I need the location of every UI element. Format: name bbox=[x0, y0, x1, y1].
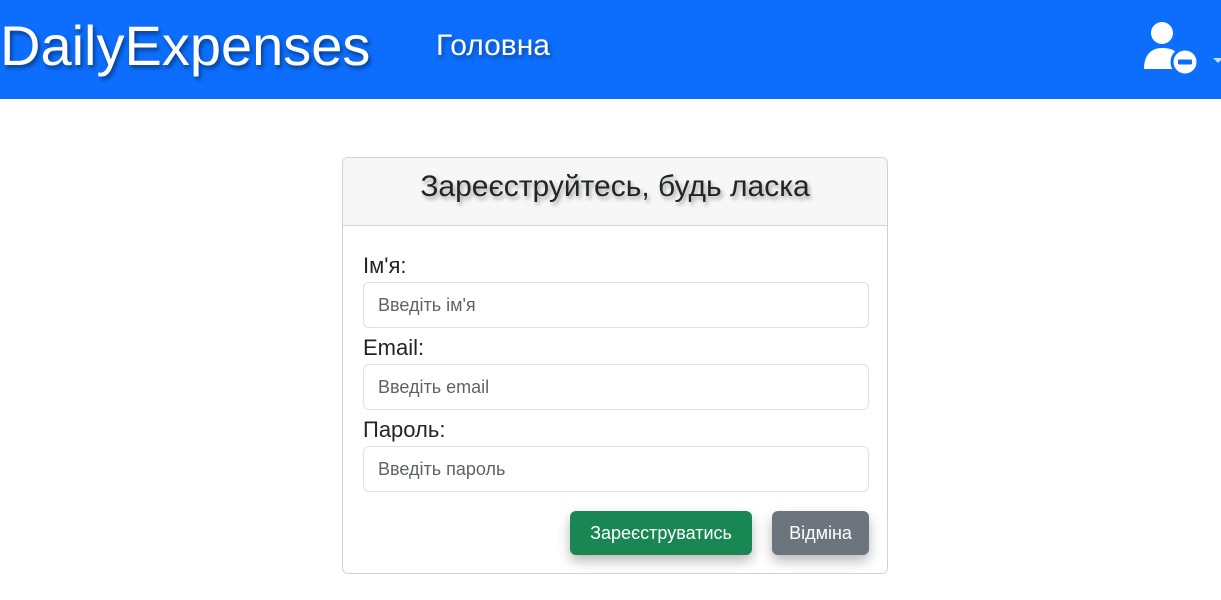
name-input[interactable] bbox=[363, 282, 869, 328]
brand-link[interactable]: DailyExpenses bbox=[0, 14, 370, 78]
name-label: Ім'я: bbox=[363, 253, 407, 278]
form-title: Зареєструйтесь, будь ласка bbox=[420, 170, 810, 203]
password-label: Пароль: bbox=[363, 417, 446, 442]
nav-home-link[interactable]: Головна bbox=[436, 28, 550, 64]
user-minus-icon bbox=[1144, 22, 1200, 77]
chevron-down-icon bbox=[1213, 58, 1221, 63]
card-header: Зареєструйтесь, будь ласка bbox=[343, 158, 887, 226]
email-label: Email: bbox=[363, 335, 425, 360]
register-card: Зареєструйтесь, будь ласка Ім'я: Email: … bbox=[342, 157, 888, 574]
top-navbar: DailyExpenses Головна bbox=[0, 0, 1221, 99]
email-input[interactable] bbox=[363, 364, 869, 410]
user-menu-toggle[interactable] bbox=[1140, 18, 1221, 80]
register-button[interactable]: Зареєструватись bbox=[570, 511, 752, 555]
password-input[interactable] bbox=[363, 446, 869, 492]
cancel-button[interactable]: Відміна bbox=[772, 511, 869, 555]
